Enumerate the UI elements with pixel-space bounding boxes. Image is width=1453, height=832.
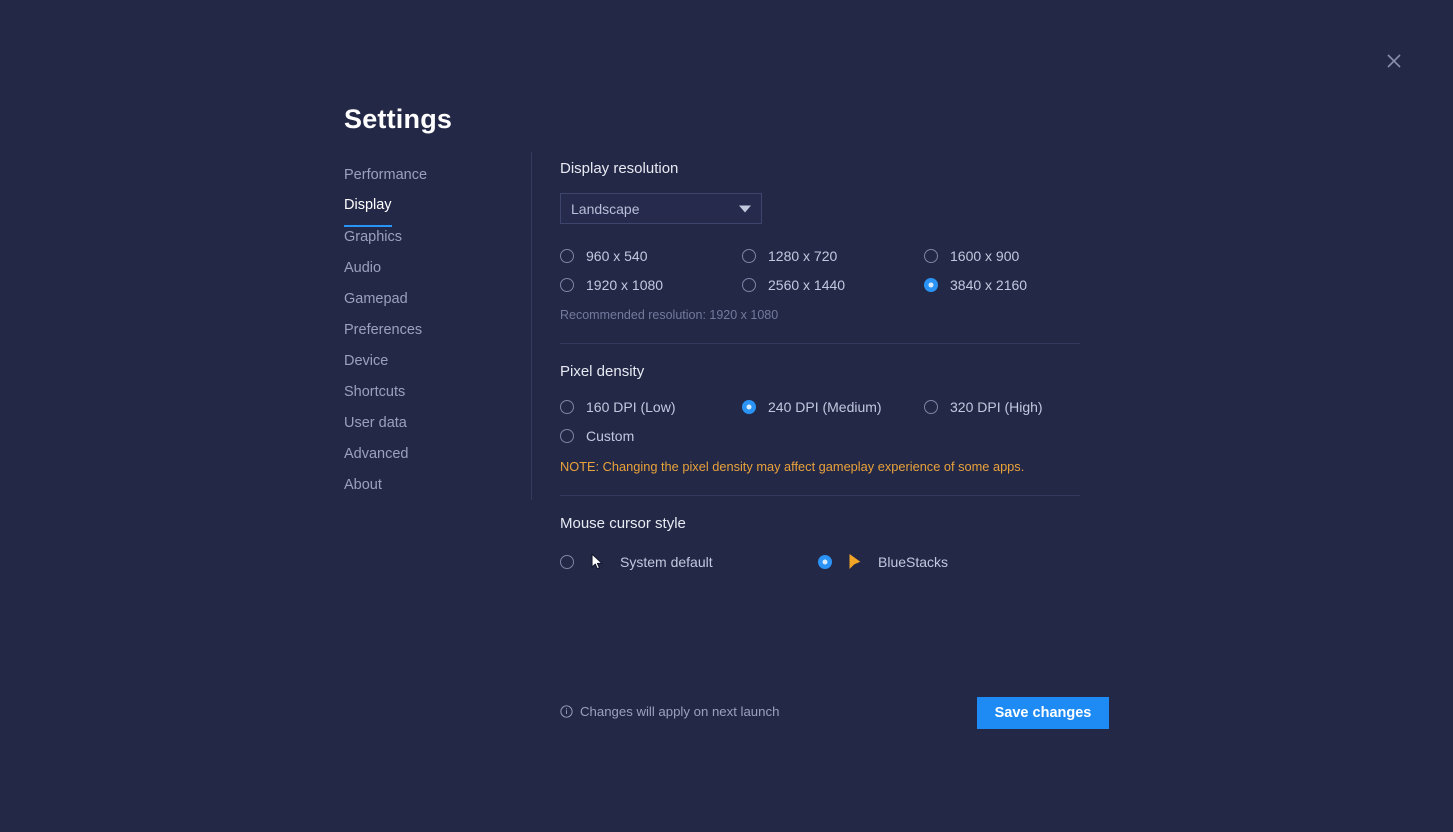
section-divider	[560, 343, 1080, 344]
radio-indicator	[560, 428, 574, 443]
display-resolution-title: Display resolution	[560, 160, 679, 177]
mouse-cursor-title: Mouse cursor style	[560, 515, 686, 532]
radio-indicator	[560, 399, 574, 414]
pixel-density-option-label: Custom	[586, 427, 635, 444]
resolution-option-1920x1080[interactable]: 1920 x 1080	[560, 274, 742, 295]
radio-indicator	[560, 555, 574, 569]
chevron-down-icon	[739, 205, 751, 212]
resolution-option-label: 960 x 540	[586, 247, 648, 264]
radio-indicator	[560, 277, 574, 292]
save-changes-button[interactable]: Save changes	[977, 697, 1109, 729]
sidebar-item-audio[interactable]: Audio	[344, 258, 381, 289]
sidebar-item-advanced[interactable]: Advanced	[344, 444, 409, 475]
pixel-density-option-240[interactable]: 240 DPI (Medium)	[742, 396, 924, 417]
system-cursor-icon	[588, 552, 606, 572]
pixel-density-option-160[interactable]: 160 DPI (Low)	[560, 396, 742, 417]
recommended-resolution-hint: Recommended resolution: 1920 x 1080	[560, 308, 779, 322]
sidebar-item-performance[interactable]: Performance	[344, 165, 427, 196]
sidebar-item-preferences[interactable]: Preferences	[344, 320, 422, 351]
pixel-density-note: NOTE: Changing the pixel density may aff…	[560, 459, 1025, 474]
resolution-option-2560x1440[interactable]: 2560 x 1440	[742, 274, 924, 295]
resolution-option-label: 2560 x 1440	[768, 276, 846, 293]
sidebar-divider	[531, 152, 532, 500]
resolution-option-3840x2160[interactable]: 3840 x 2160	[924, 274, 1106, 295]
footer-note: Changes will apply on next launch	[560, 704, 779, 719]
mouse-cursor-option-label: BlueStacks	[878, 554, 949, 570]
pixel-density-option-320[interactable]: 320 DPI (High)	[924, 396, 1106, 417]
radio-indicator	[924, 248, 938, 263]
info-icon	[560, 705, 573, 718]
radio-indicator	[560, 248, 574, 263]
radio-indicator	[742, 248, 756, 263]
radio-indicator	[742, 399, 756, 414]
settings-window: Settings Performance Display Graphics Au…	[0, 0, 1453, 832]
radio-indicator	[818, 555, 832, 569]
pixel-density-option-label: 240 DPI (Medium)	[768, 398, 882, 415]
pixel-density-option-custom[interactable]: Custom	[560, 425, 742, 446]
sidebar-item-gamepad[interactable]: Gamepad	[344, 289, 408, 320]
settings-content: Display resolution Landscape 960 x 540 1…	[560, 160, 1080, 572]
pixel-density-options: 160 DPI (Low) 240 DPI (Medium) 320 DPI (…	[560, 396, 1080, 446]
radio-indicator	[924, 277, 938, 292]
sidebar-item-display[interactable]: Display	[344, 196, 392, 227]
sidebar-item-shortcuts[interactable]: Shortcuts	[344, 382, 405, 413]
mouse-cursor-option-bluestacks[interactable]: BlueStacks	[818, 552, 1080, 572]
bluestacks-cursor-icon	[846, 552, 864, 572]
sidebar-item-about[interactable]: About	[344, 475, 382, 506]
resolution-option-1600x900[interactable]: 1600 x 900	[924, 245, 1106, 266]
section-divider	[560, 495, 1080, 496]
sidebar-item-device[interactable]: Device	[344, 351, 388, 382]
mouse-cursor-options: System default BlueStacks	[560, 552, 1080, 572]
radio-indicator	[924, 399, 938, 414]
resolution-option-1280x720[interactable]: 1280 x 720	[742, 245, 924, 266]
pixel-density-option-label: 160 DPI (Low)	[586, 398, 676, 415]
resolution-option-label: 1280 x 720	[768, 247, 838, 264]
page-title: Settings	[344, 104, 453, 134]
mouse-cursor-option-system-default[interactable]: System default	[560, 552, 818, 572]
resolution-option-960x540[interactable]: 960 x 540	[560, 245, 742, 266]
resolution-options: 960 x 540 1280 x 720 1600 x 900 1920 x 1…	[560, 245, 1080, 295]
orientation-dropdown-value: Landscape	[571, 200, 640, 217]
pixel-density-title: Pixel density	[560, 363, 645, 380]
sidebar-item-user-data[interactable]: User data	[344, 413, 407, 444]
pixel-density-option-label: 320 DPI (High)	[950, 398, 1043, 415]
resolution-option-label: 1600 x 900	[950, 247, 1020, 264]
close-icon[interactable]	[1381, 48, 1407, 74]
radio-indicator	[742, 277, 756, 292]
footer-note-text: Changes will apply on next launch	[580, 704, 780, 719]
mouse-cursor-option-label: System default	[620, 554, 713, 570]
resolution-option-label: 3840 x 2160	[950, 276, 1028, 293]
sidebar-item-graphics[interactable]: Graphics	[344, 227, 402, 258]
orientation-dropdown[interactable]: Landscape	[560, 193, 762, 224]
resolution-option-label: 1920 x 1080	[586, 276, 664, 293]
settings-sidebar: Performance Display Graphics Audio Gamep…	[344, 165, 514, 506]
